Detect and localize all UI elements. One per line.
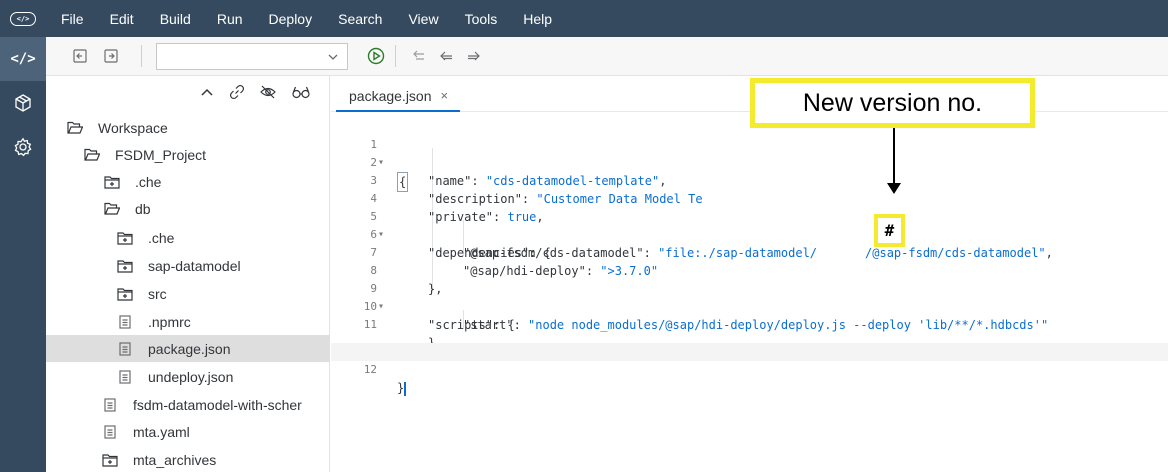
menu-file[interactable]: File xyxy=(61,11,84,27)
file-icon xyxy=(116,369,134,385)
tree-item-fsdm-project[interactable]: FSDM_Project xyxy=(46,141,330,168)
menu-items: File Edit Build Run Deploy Search View T… xyxy=(61,0,578,37)
tree-item-label: fsdm-datamodel-with-scher xyxy=(133,396,302,413)
annotation-arrow-head xyxy=(887,183,901,194)
menu-edit[interactable]: Edit xyxy=(110,11,134,27)
json-key: "start" xyxy=(463,318,514,332)
explorer-actions xyxy=(199,82,311,106)
menu-run[interactable]: Run xyxy=(217,11,243,27)
tree-item-mta-archives[interactable]: mta_archives xyxy=(46,446,330,472)
line-number: 12 xyxy=(363,363,377,376)
menu-bar: </> File Edit Build Run Deploy Search Vi… xyxy=(0,0,1168,37)
tree-item-fsdm-datamodel-with-schema[interactable]: fsdm-datamodel-with-scher xyxy=(46,391,330,418)
folder-closed-icon xyxy=(116,258,134,274)
menu-tools[interactable]: Tools xyxy=(465,11,498,27)
annotation-arrow xyxy=(893,128,895,184)
file-icon xyxy=(101,397,119,413)
workspace-explorer: Workspace FSDM_Project .che db .che sap-… xyxy=(46,76,330,472)
tree-item-label: Workspace xyxy=(98,119,168,136)
code-line-3: 3 "description": "Customer Data Model Te xyxy=(331,154,1168,206)
close-icon[interactable]: × xyxy=(441,88,449,103)
folder-closed-icon xyxy=(101,452,119,468)
toolbar xyxy=(46,37,1168,76)
run-config-select[interactable] xyxy=(156,43,348,70)
tab-label: package.json xyxy=(349,87,432,104)
line-number: 11 xyxy=(363,318,377,331)
back-icon[interactable] xyxy=(435,45,457,67)
code-text: } xyxy=(397,381,405,395)
tree-item-npmrc[interactable]: .npmrc xyxy=(46,308,330,335)
toolbar-separator xyxy=(141,45,142,67)
code-line-5: 5 ▾ "dependencies": { xyxy=(331,190,1168,260)
code-line-4: 4 "private": true, xyxy=(331,172,1168,224)
toolbar-separator xyxy=(395,45,396,67)
tree-item-label: .che xyxy=(135,173,162,190)
collapse-icon[interactable] xyxy=(69,45,91,67)
tree-item-label: src xyxy=(148,285,167,302)
gear-icon[interactable] xyxy=(0,125,46,169)
menu-view[interactable]: View xyxy=(408,11,438,27)
code-line-10: 10 "start": "node node_modules/@sap/hdi-… xyxy=(331,280,1168,332)
activity-bar: </> xyxy=(0,37,46,472)
run-icon[interactable] xyxy=(365,45,387,67)
tree-item-label: db xyxy=(135,200,151,217)
tree-item-sap-datamodel[interactable]: sap-datamodel xyxy=(46,252,330,279)
code-line-2: 2 "name": "cds-datamodel-template", xyxy=(331,136,1168,188)
forward-icon[interactable] xyxy=(463,45,485,67)
folder-closed-icon xyxy=(103,174,121,190)
code-line-9: 9 ▾ "scripts": { xyxy=(331,262,1168,332)
menu-build[interactable]: Build xyxy=(160,11,191,27)
package-icon[interactable] xyxy=(0,81,46,125)
tree-item-label: package.json xyxy=(148,340,231,357)
tree-item-label: .che xyxy=(148,229,175,246)
link-icon[interactable] xyxy=(229,84,245,105)
collapse-all-icon[interactable] xyxy=(199,85,215,104)
menu-help[interactable]: Help xyxy=(523,11,552,27)
expand-icon[interactable] xyxy=(100,45,122,67)
tab-package-json[interactable]: package.json × xyxy=(336,81,461,112)
code-icon[interactable]: </> xyxy=(0,37,46,81)
tree-item-mta-yaml[interactable]: mta.yaml xyxy=(46,418,330,445)
app-logo-icon[interactable]: </> xyxy=(0,0,46,37)
folder-closed-icon xyxy=(116,286,134,302)
tree-item-label: mta_archives xyxy=(133,451,217,468)
tree-item-undeploy-json[interactable]: undeploy.json xyxy=(46,363,330,390)
file-icon xyxy=(116,341,134,357)
preview-icon[interactable] xyxy=(291,84,311,105)
tree-item-label: undeploy.json xyxy=(148,368,234,385)
tree-item-src[interactable]: src xyxy=(46,280,330,307)
json-string: "node node_modules/@sap/hdi-deploy/deplo… xyxy=(528,318,1049,332)
file-icon xyxy=(116,314,134,330)
folder-closed-icon xyxy=(116,230,134,246)
previous-edit-icon[interactable] xyxy=(407,45,429,67)
tree-item-package-json[interactable]: package.json xyxy=(46,335,330,362)
menu-search[interactable]: Search xyxy=(338,11,382,27)
version-placeholder-highlight: # xyxy=(874,214,905,247)
tree-item-db[interactable]: db xyxy=(46,195,330,222)
tree-item-label: mta.yaml xyxy=(133,423,190,440)
file-icon xyxy=(101,424,119,440)
code-line-7: 7 "@sap/hdi-deploy": ">3.7.0" xyxy=(331,226,1168,278)
tree-item-label: sap-datamodel xyxy=(148,257,241,274)
tree-item-workspace[interactable]: Workspace xyxy=(46,114,330,141)
annotation-callout: New version no. xyxy=(750,78,1035,128)
hide-icon[interactable] xyxy=(259,84,277,105)
code-line-12: 12 } xyxy=(331,343,1168,396)
folder-open-icon xyxy=(66,120,84,136)
code-editor[interactable]: 1 ▾ { 2 "name": "cds-datamodel-template"… xyxy=(331,112,1168,472)
folder-open-icon xyxy=(83,147,101,163)
tree-item-db-che[interactable]: .che xyxy=(46,224,330,251)
code-line-11: 11 } xyxy=(331,298,1168,350)
folder-open-icon xyxy=(103,201,121,217)
menu-deploy[interactable]: Deploy xyxy=(269,11,313,27)
text-cursor xyxy=(404,381,407,396)
chevron-down-icon xyxy=(327,50,339,68)
tree-item-label: .npmrc xyxy=(148,313,191,330)
code-line-6: 6 "@sap-fsdm/cds-datamodel": "file:./sap… xyxy=(331,208,1168,260)
code-line-8: 8 }, xyxy=(331,244,1168,296)
tree-item-che[interactable]: .che xyxy=(46,168,330,195)
tree-item-label: FSDM_Project xyxy=(115,146,207,163)
